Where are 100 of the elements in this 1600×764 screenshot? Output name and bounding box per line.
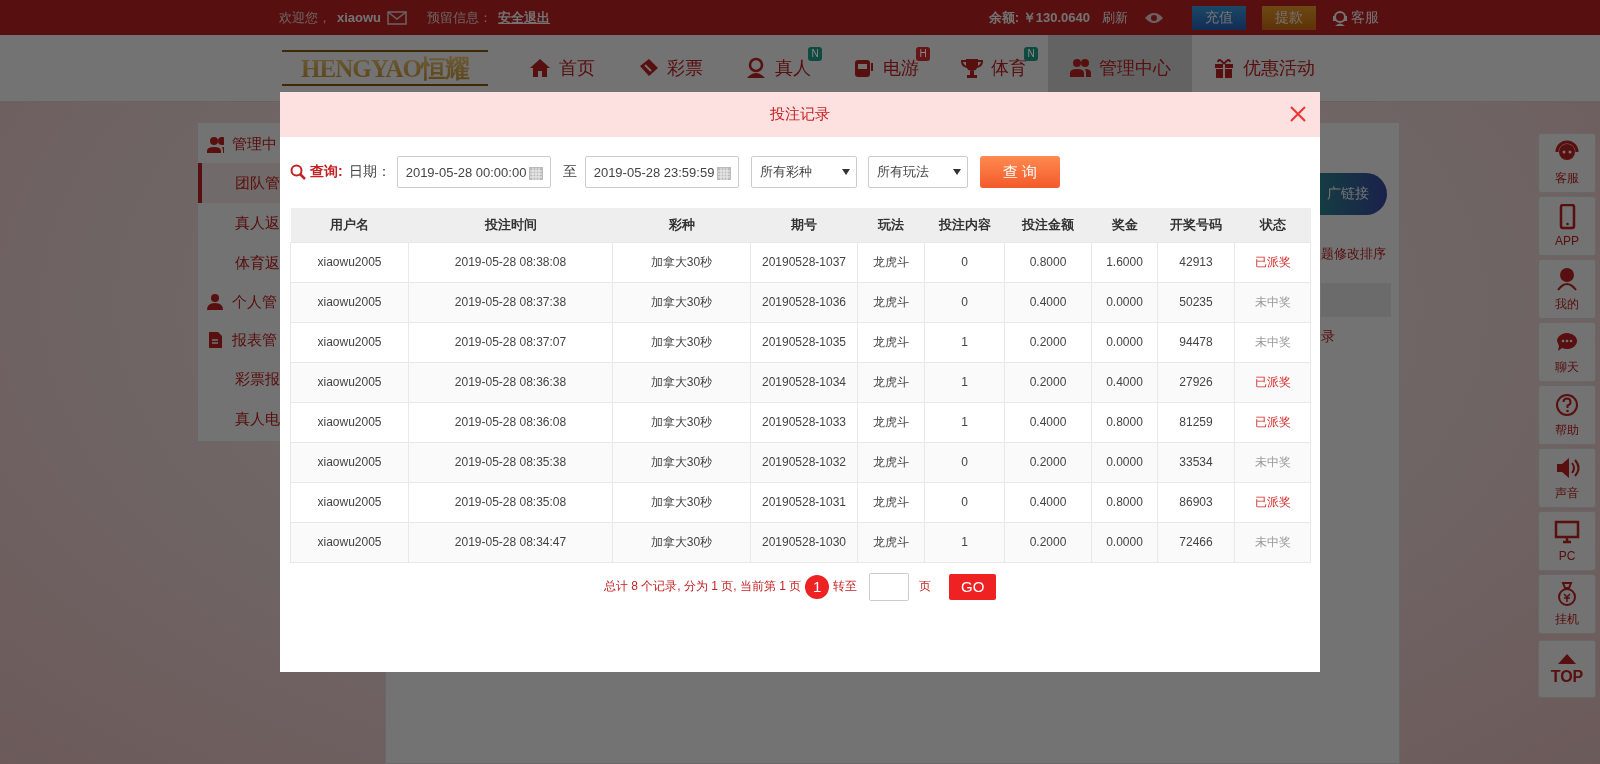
table-cell: 20190528-1031: [750, 482, 858, 522]
table-cell: 2019-05-28 08:36:08: [408, 402, 613, 442]
column-header: 彩种: [612, 208, 751, 242]
status-text: 未中奖: [1234, 322, 1311, 362]
table-cell: 加拿大30秒: [612, 402, 751, 442]
welcome-text: 欢迎您，: [279, 8, 331, 27]
table-cell: 81259: [1157, 402, 1235, 442]
page-unit: 页: [919, 578, 932, 595]
table-cell: 20190528-1033: [750, 402, 858, 442]
table-cell: 1.6000: [1091, 242, 1158, 282]
table-cell: 0: [924, 442, 1005, 482]
table-cell: 0.8000: [1091, 402, 1158, 442]
table-cell: 0.2000: [1004, 522, 1092, 562]
table-cell: 2019-05-28 08:35:08: [408, 482, 613, 522]
table-cell: xiaowu2005: [290, 362, 409, 402]
badge: N: [1024, 46, 1038, 61]
table-cell: 1: [924, 362, 1005, 402]
table-cell: 72466: [1157, 522, 1235, 562]
table-cell: xiaowu2005: [290, 242, 409, 282]
table-cell: 龙虎斗: [857, 242, 925, 282]
table-cell: 0.4000: [1004, 402, 1092, 442]
table-cell: 龙虎斗: [857, 362, 925, 402]
table-cell: 0.2000: [1004, 362, 1092, 402]
table-cell: 0.4000: [1004, 282, 1092, 322]
table-cell: 0.0000: [1091, 522, 1158, 562]
table-cell: 2019-05-28 08:37:38: [408, 282, 613, 322]
balance-text: 余额: ￥130.0640: [988, 8, 1090, 27]
table-cell: 20190528-1034: [750, 362, 858, 402]
status-text: 未中奖: [1234, 522, 1311, 562]
table-cell: 94478: [1157, 322, 1235, 362]
column-header: 状态: [1234, 208, 1311, 242]
column-header: 投注时间: [408, 208, 613, 242]
date-label: 日期：: [348, 163, 391, 181]
table-cell: 0: [924, 242, 1005, 282]
table-cell: 加拿大30秒: [612, 522, 751, 562]
table-cell: 1: [924, 322, 1005, 362]
column-header: 奖金: [1091, 208, 1158, 242]
table-cell: xiaowu2005: [290, 282, 409, 322]
table-cell: 20190528-1032: [750, 442, 858, 482]
table-cell: 龙虎斗: [857, 282, 925, 322]
status-text: 已派奖: [1234, 402, 1311, 442]
table-cell: 2019-05-28 08:35:38: [408, 442, 613, 482]
table-cell: 加拿大30秒: [612, 442, 751, 482]
table-cell: 2019-05-28 08:37:07: [408, 322, 613, 362]
table-cell: xiaowu2005: [290, 522, 409, 562]
table-cell: 0: [924, 482, 1005, 522]
table-cell: 龙虎斗: [857, 322, 925, 362]
table-cell: 加拿大30秒: [612, 482, 751, 522]
table-cell: 0.0000: [1091, 322, 1158, 362]
table-cell: 27926: [1157, 362, 1235, 402]
username: xiaowu: [337, 10, 382, 25]
table-cell: 0.0000: [1091, 282, 1158, 322]
table-cell: 龙虎斗: [857, 482, 925, 522]
table-cell: xiaowu2005: [290, 402, 409, 442]
table-cell: 0.2000: [1004, 322, 1092, 362]
table-cell: 加拿大30秒: [612, 242, 751, 282]
table-cell: 2019-05-28 08:36:38: [408, 362, 613, 402]
badge: H: [916, 46, 930, 61]
table-cell: xiaowu2005: [290, 482, 409, 522]
table-cell: 2019-05-28 08:38:08: [408, 242, 613, 282]
table-cell: 20190528-1037: [750, 242, 858, 282]
column-header: 投注金额: [1004, 208, 1092, 242]
table-cell: 20190528-1035: [750, 322, 858, 362]
status-text: 已派奖: [1234, 362, 1311, 402]
table-cell: 0.4000: [1004, 482, 1092, 522]
pagination-summary: 总计 8 个记录, 分为 1 页, 当前第 1 页: [603, 578, 802, 595]
table-cell: 42913: [1157, 242, 1235, 282]
table-cell: 20190528-1030: [750, 522, 858, 562]
table-cell: 0.0000: [1091, 442, 1158, 482]
table-cell: 1: [924, 402, 1005, 442]
table-cell: xiaowu2005: [290, 442, 409, 482]
status-text: 已派奖: [1234, 482, 1311, 522]
table-cell: 2019-05-28 08:34:47: [408, 522, 613, 562]
table-cell: 加拿大30秒: [612, 282, 751, 322]
status-text: 已派奖: [1234, 242, 1311, 282]
dialog-title: 投注记录: [770, 105, 830, 124]
table-cell: 龙虎斗: [857, 402, 925, 442]
column-header: 投注内容: [924, 208, 1005, 242]
column-header: 期号: [750, 208, 858, 242]
column-header: 开奖号码: [1157, 208, 1235, 242]
table-cell: 50235: [1157, 282, 1235, 322]
query-label: 查询:: [290, 163, 343, 181]
table-cell: 20190528-1036: [750, 282, 858, 322]
column-header: 玩法: [857, 208, 925, 242]
sort-hint-text: 题修改排序: [1321, 245, 1386, 263]
status-text: 未中奖: [1234, 282, 1311, 322]
table-cell: 0.2000: [1004, 442, 1092, 482]
table-cell: 加拿大30秒: [612, 322, 751, 362]
table-cell: 0.8000: [1091, 482, 1158, 522]
goto-label: 转至: [833, 578, 858, 595]
table-cell: 龙虎斗: [857, 442, 925, 482]
table-cell: 龙虎斗: [857, 522, 925, 562]
table-cell: 0: [924, 282, 1005, 322]
table-cell: 33534: [1157, 442, 1235, 482]
table-cell: 0.4000: [1091, 362, 1158, 402]
status-text: 未中奖: [1234, 442, 1311, 482]
column-header: 用户名: [290, 208, 409, 242]
table-cell: 加拿大30秒: [612, 362, 751, 402]
message-label: 预留信息：: [427, 8, 493, 27]
table-cell: xiaowu2005: [290, 322, 409, 362]
